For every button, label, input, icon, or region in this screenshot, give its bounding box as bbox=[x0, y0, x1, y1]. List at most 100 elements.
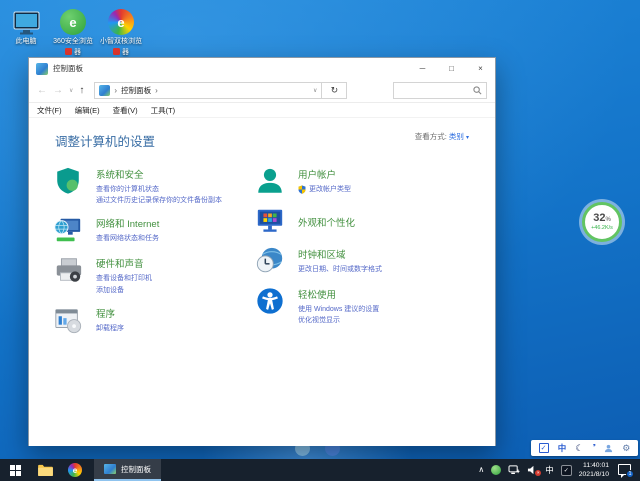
address-dropdown-icon[interactable]: ∨ bbox=[313, 87, 317, 94]
address-bar[interactable]: › 控制面板 › ∨ bbox=[94, 82, 322, 99]
network-globe-icon[interactable] bbox=[53, 215, 83, 245]
start-button[interactable] bbox=[0, 459, 30, 481]
category-title[interactable]: 程序 bbox=[96, 306, 124, 320]
category-title[interactable]: 外观和个性化 bbox=[298, 215, 355, 229]
desktop: 此电脑 e 360安全浏览 器 e 小智双核浏览 器 控制面板 ─ □ × bbox=[0, 0, 640, 481]
taskbar-clock[interactable]: 11:40:01 2021/8/10 bbox=[579, 461, 609, 479]
ime-language-indicator[interactable]: 中 bbox=[545, 466, 554, 475]
hidden-icons-chevron[interactable]: ∧ bbox=[478, 466, 484, 474]
menu-view[interactable]: 查看(V) bbox=[113, 105, 138, 116]
ime-chinese-mode-icon[interactable]: 中 bbox=[558, 444, 567, 453]
category-link[interactable]: 通过文件历史记录保存你的文件备份副本 bbox=[96, 195, 222, 206]
control-panel-window: 控制面板 ─ □ × ← → ∨ ↑ › 控制面板 › ∨ ↻ bbox=[28, 57, 496, 446]
promo-badge bbox=[113, 48, 120, 55]
title-bar[interactable]: 控制面板 ─ □ × bbox=[29, 58, 495, 79]
system-tray: ∧ × 中 ✓ 11:40:01 2021/8/10 bbox=[478, 461, 640, 479]
ime-account-icon[interactable] bbox=[604, 444, 613, 453]
category-ease-of-access: 轻松使用 使用 Windows 建议的设置 优化视觉显示 bbox=[255, 286, 465, 326]
desktop-icon-xiaozhi-browser[interactable]: e 小智双核浏览 器 bbox=[97, 7, 145, 57]
360-browser-icon: e bbox=[49, 7, 97, 35]
category-link[interactable]: 卸载程序 bbox=[96, 323, 124, 334]
xiaozhi-browser-icon: e bbox=[97, 7, 145, 35]
category-column-left: 系统和安全 查看你的计算机状态 通过文件历史记录保存你的文件备份副本 bbox=[53, 166, 255, 345]
desktop-icon-label: 360安全浏览 bbox=[49, 38, 97, 47]
up-button[interactable]: ↑ bbox=[79, 86, 84, 96]
view-by-label: 查看方式: bbox=[415, 132, 447, 141]
printer-icon[interactable] bbox=[53, 255, 83, 285]
breadcrumb-chevron-icon[interactable]: › bbox=[155, 86, 158, 95]
category-link[interactable]: 查看网络状态和任务 bbox=[96, 233, 159, 244]
program-window-icon[interactable] bbox=[53, 305, 83, 335]
network-speed: +46.2K/s bbox=[591, 225, 613, 231]
menu-tools[interactable]: 工具(T) bbox=[151, 105, 176, 116]
control-panel-icon bbox=[104, 464, 116, 474]
category-hardware-sound: 硬件和声音 查看设备和打印机 添加设备 bbox=[53, 255, 255, 295]
ease-of-access-icon[interactable] bbox=[255, 286, 285, 316]
category-column-right: 用户帐户 更改帐户类型 bbox=[255, 166, 465, 345]
clock-time: 11:40:01 bbox=[579, 461, 609, 470]
category-link[interactable]: 查看设备和打印机 bbox=[96, 273, 152, 284]
back-button[interactable]: ← bbox=[37, 86, 47, 96]
touch-keyboard-icon[interactable]: ✓ bbox=[561, 465, 572, 476]
clock-globe-icon[interactable] bbox=[255, 246, 285, 276]
category-title[interactable]: 用户帐户 bbox=[298, 167, 351, 181]
category-link-change-account-type[interactable]: 更改帐户类型 bbox=[298, 184, 351, 195]
search-input[interactable] bbox=[398, 87, 473, 94]
desktop-icon-label-line2: 器 bbox=[74, 47, 81, 57]
network-tray-icon[interactable] bbox=[508, 465, 520, 475]
windows-logo-icon bbox=[10, 465, 21, 476]
minimize-button[interactable]: ─ bbox=[408, 58, 437, 79]
navigation-bar: ← → ∨ ↑ › 控制面板 › ∨ ↻ bbox=[29, 79, 495, 103]
personalization-monitor-icon[interactable] bbox=[255, 206, 285, 236]
category-programs: 程序 卸载程序 bbox=[53, 305, 255, 336]
category-clock-region: 时钟和区域 更改日期、时间或数字格式 bbox=[255, 246, 465, 277]
maximize-button[interactable]: □ bbox=[437, 58, 466, 79]
desktop-icon-label: 此电脑 bbox=[2, 38, 50, 47]
file-explorer-button[interactable] bbox=[30, 459, 60, 481]
search-box[interactable] bbox=[393, 82, 487, 99]
browser-button[interactable]: e bbox=[60, 459, 90, 481]
category-network-internet: 网络和 Internet 查看网络状态和任务 bbox=[53, 215, 255, 246]
category-title[interactable]: 轻松使用 bbox=[298, 287, 379, 301]
category-link[interactable]: 添加设备 bbox=[96, 285, 152, 296]
recent-pages-dropdown-icon[interactable]: ∨ bbox=[69, 87, 73, 94]
volume-muted-icon[interactable]: × bbox=[527, 465, 538, 475]
uac-shield-icon bbox=[298, 185, 306, 194]
menu-bar: 文件(F) 编辑(E) 查看(V) 工具(T) bbox=[29, 103, 495, 118]
shield-icon[interactable] bbox=[53, 166, 83, 196]
close-button[interactable]: × bbox=[466, 58, 495, 79]
breadcrumb[interactable]: 控制面板 bbox=[121, 85, 151, 96]
desktop-icon-this-pc[interactable]: 此电脑 bbox=[2, 7, 50, 47]
ime-fullwidth-moon-icon[interactable]: ☾ bbox=[575, 444, 583, 453]
category-link[interactable]: 更改日期、时间或数字格式 bbox=[298, 264, 382, 275]
menu-file[interactable]: 文件(F) bbox=[37, 105, 62, 116]
360-tray-icon[interactable] bbox=[491, 465, 501, 475]
desktop-icon-360-browser[interactable]: e 360安全浏览 器 bbox=[49, 7, 97, 57]
category-link[interactable]: 使用 Windows 建议的设置 bbox=[298, 304, 379, 315]
view-by-value[interactable]: 类别 bbox=[449, 132, 464, 141]
user-icon[interactable] bbox=[255, 166, 285, 196]
speed-ball-widget[interactable]: 32% +46.2K/s bbox=[582, 202, 622, 242]
view-by-caret-icon[interactable]: ▾ bbox=[466, 135, 469, 141]
category-title[interactable]: 时钟和区域 bbox=[298, 247, 382, 261]
folder-icon bbox=[38, 464, 53, 476]
category-title[interactable]: 系统和安全 bbox=[96, 167, 222, 181]
category-title[interactable]: 网络和 Internet bbox=[96, 216, 159, 230]
menu-edit[interactable]: 编辑(E) bbox=[75, 105, 100, 116]
ime-settings-gear-icon[interactable]: ⚙ bbox=[622, 444, 630, 453]
refresh-button[interactable]: ↻ bbox=[322, 82, 347, 99]
category-link[interactable]: 优化视觉显示 bbox=[298, 315, 379, 326]
this-pc-icon bbox=[2, 7, 50, 35]
control-panel-icon bbox=[99, 85, 110, 96]
taskbar-task-control-panel[interactable]: 控制面板 bbox=[94, 459, 161, 481]
action-center-icon[interactable]: 1 bbox=[618, 464, 631, 475]
ime-punctuation-icon[interactable]: ’’ bbox=[593, 444, 595, 452]
browser-icon: e bbox=[68, 463, 82, 477]
forward-button[interactable]: → bbox=[53, 86, 63, 96]
category-system-security: 系统和安全 查看你的计算机状态 通过文件历史记录保存你的文件备份副本 bbox=[53, 166, 255, 206]
notification-count-badge: 1 bbox=[626, 470, 634, 478]
category-title[interactable]: 硬件和声音 bbox=[96, 256, 152, 270]
page-title: 调整计算机的设置 bbox=[55, 131, 155, 150]
category-link[interactable]: 查看你的计算机状态 bbox=[96, 184, 222, 195]
ime-handwriting-icon[interactable]: ✓ bbox=[539, 443, 549, 453]
